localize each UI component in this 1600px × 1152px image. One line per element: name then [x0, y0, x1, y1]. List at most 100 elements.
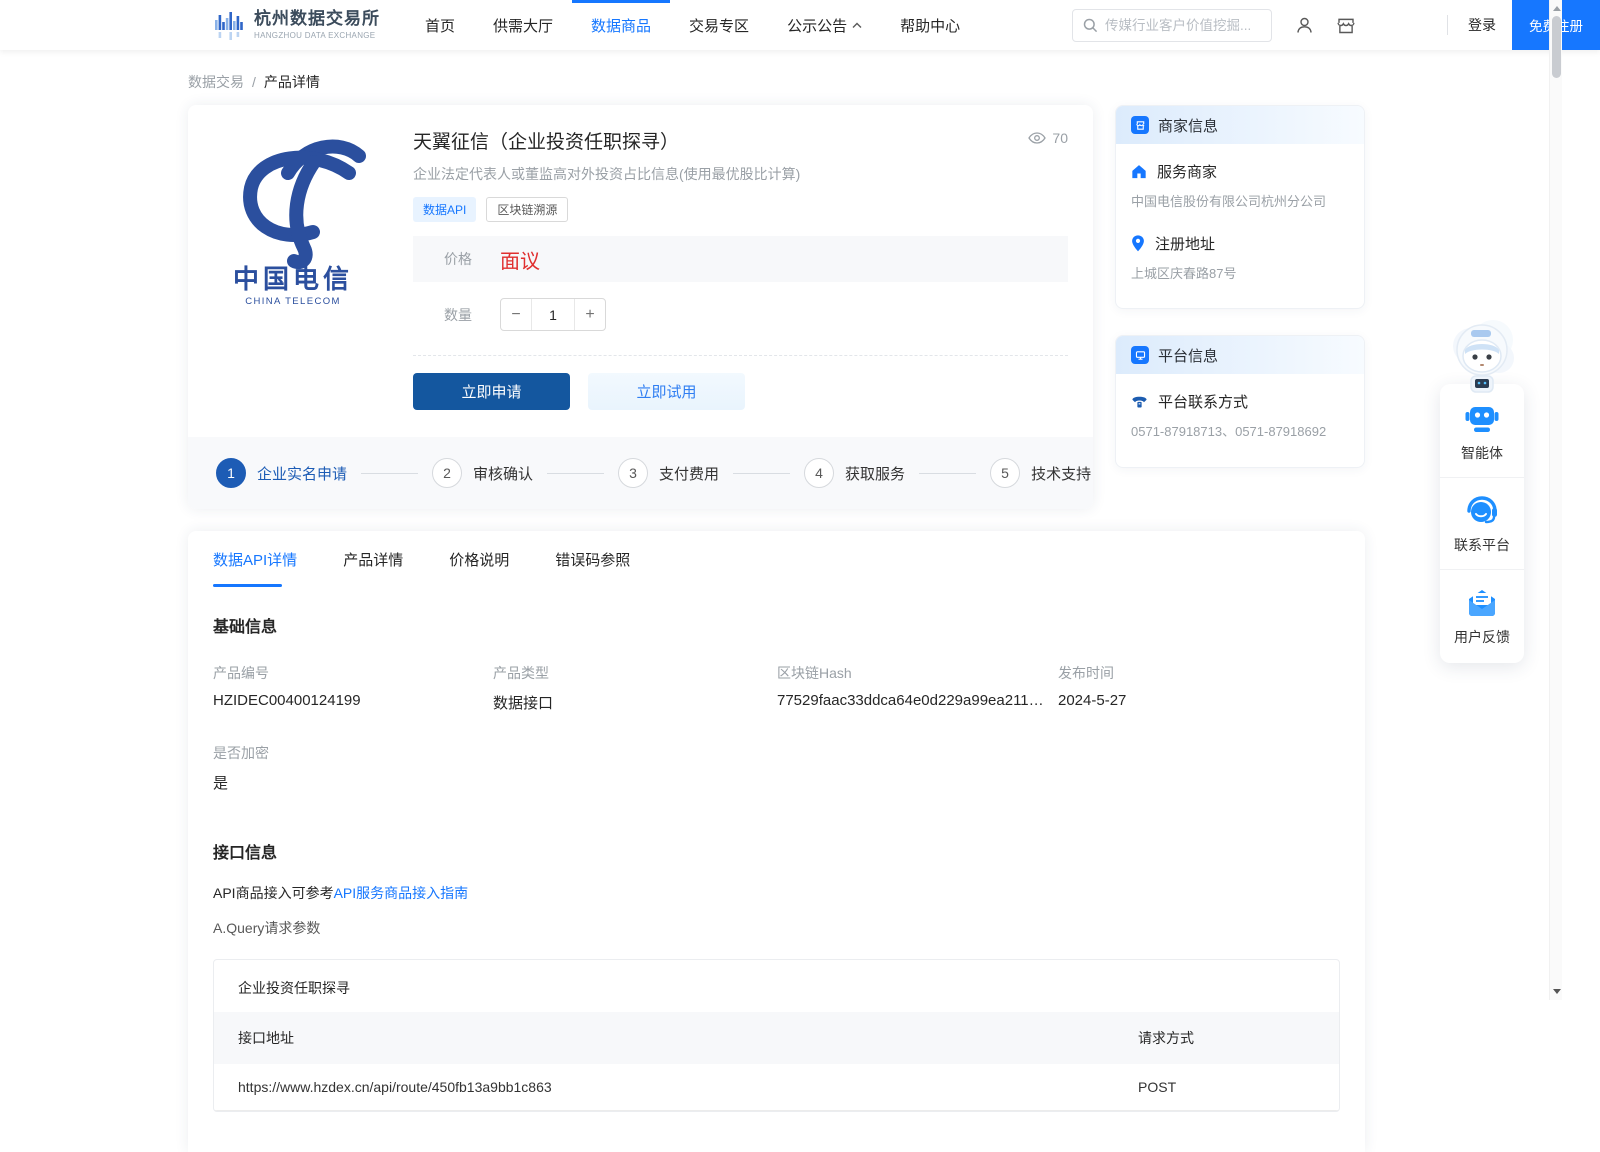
quantity-label: 数量 — [444, 305, 472, 325]
query-params-label: A.Query请求参数 — [213, 918, 1340, 938]
main-nav: 首页 供需大厅 数据商品 交易专区 公示公告 帮助中心 — [406, 0, 979, 50]
site-logo[interactable]: 杭州数据交易所 HANGZHOU DATA EXCHANGE — [215, 9, 380, 41]
china-telecom-logo: 中国电信 CHINA TELECOM — [218, 127, 368, 437]
quantity-stepper: − 1 + — [500, 298, 606, 331]
search-icon — [1083, 18, 1098, 33]
nav-item-supply-demand-hall[interactable]: 供需大厅 — [474, 0, 572, 50]
quantity-increase-button[interactable]: + — [575, 299, 605, 330]
field-encrypted: 是否加密 是 — [213, 743, 493, 793]
tab-data-api-detail[interactable]: 数据API详情 — [213, 531, 297, 587]
nav-item-trading-zone[interactable]: 交易专区 — [670, 0, 768, 50]
user-feedback-button[interactable]: 用户反馈 — [1440, 569, 1524, 661]
table-row: https://www.hzdex.cn/api/route/450fb13a9… — [214, 1064, 1339, 1111]
platform-contact-label: 平台联系方式 — [1158, 391, 1248, 412]
basic-info-fields: 产品编号 HZIDEC00400124199 产品类型 数据接口 区块链Hash… — [213, 663, 1340, 793]
field-label: 是否加密 — [213, 743, 493, 763]
interface-info-title: 接口信息 — [213, 839, 1340, 863]
view-count: 70 — [1028, 130, 1068, 146]
assistant-panel: 智能体 联系平台 — [1440, 384, 1524, 663]
tag-blockchain-trace: 区块链溯源 — [486, 197, 568, 222]
field-value: HZIDEC00400124199 — [213, 692, 493, 709]
table-header-row: 接口地址 请求方式 — [214, 1012, 1339, 1064]
service-merchant-label: 服务商家 — [1157, 161, 1217, 182]
api-access-guide-link[interactable]: API服务商品接入指南 — [334, 885, 469, 901]
field-label: 发布时间 — [1058, 663, 1340, 683]
step-connector — [361, 473, 418, 474]
step-label: 审核确认 — [473, 463, 533, 484]
mascot-robot-avatar[interactable] — [1440, 316, 1524, 396]
nav-item-help-center[interactable]: 帮助中心 — [881, 0, 979, 50]
merchant-info-title: 商家信息 — [1158, 115, 1218, 136]
login-link[interactable]: 登录 — [1468, 15, 1496, 35]
apply-now-button[interactable]: 立即申请 — [413, 373, 570, 410]
house-icon — [1131, 164, 1147, 179]
breadcrumb-data-trading[interactable]: 数据交易 — [188, 72, 244, 92]
field-value: 2024-5-27 — [1058, 692, 1340, 709]
top-navigation-bar: 杭州数据交易所 HANGZHOU DATA EXCHANGE 首页 供需大厅 数… — [0, 0, 1600, 50]
scrollbar-up-arrow-icon[interactable] — [1553, 6, 1561, 11]
scrollbar-down-arrow-icon[interactable] — [1553, 989, 1561, 994]
product-tags: 数据API 区块链溯源 — [413, 197, 1068, 222]
column-header-endpoint-url: 接口地址 — [214, 1012, 1114, 1064]
quantity-decrease-button[interactable]: − — [501, 299, 531, 330]
api-endpoint-table: 接口地址 请求方式 https://www.hzdex.cn/api/route… — [214, 1012, 1339, 1111]
scrollbar-thumb[interactable] — [1552, 16, 1561, 78]
search-input[interactable] — [1105, 18, 1261, 33]
tab-product-detail[interactable]: 产品详情 — [343, 531, 403, 587]
tag-data-api: 数据API — [413, 197, 476, 222]
step-number: 3 — [618, 458, 648, 488]
chevron-up-icon — [852, 22, 862, 29]
step-number: 2 — [432, 458, 462, 488]
step-connector — [733, 473, 790, 474]
field-label: 区块链Hash — [777, 663, 1058, 683]
agent-button[interactable]: 智能体 — [1440, 386, 1524, 477]
phone-icon — [1131, 394, 1148, 409]
field-blockchain-hash: 区块链Hash 77529faac33ddca64e0d229a99ea2119… — [777, 663, 1058, 713]
api-endpoint-title: 企业投资任职探寻 — [214, 960, 1339, 1012]
service-merchant-value: 中国电信股份有限公司杭州分公司 — [1131, 192, 1349, 212]
step-number: 4 — [804, 458, 834, 488]
breadcrumb-separator: / — [252, 74, 256, 90]
step-label: 支付费用 — [659, 463, 719, 484]
platform-contact-label-row: 平台联系方式 — [1131, 391, 1349, 412]
feedback-mail-icon — [1446, 587, 1518, 619]
api-access-guide-line: API商品接入可参考API服务商品接入指南 — [213, 883, 1340, 903]
site-name-en: HANGZHOU DATA EXCHANGE — [254, 31, 380, 40]
site-name: 杭州数据交易所 HANGZHOU DATA EXCHANGE — [254, 10, 380, 40]
site-name-cn: 杭州数据交易所 — [254, 10, 380, 29]
price-bar: 价格 面议 — [413, 236, 1068, 282]
step-review-confirm: 2 审核确认 — [432, 458, 533, 488]
purchase-steps: 1 企业实名申请 2 审核确认 3 支付费用 4 获取服务 — [188, 437, 1093, 509]
platform-badge-icon — [1131, 346, 1149, 364]
user-account-icon[interactable] — [1294, 15, 1315, 36]
platform-info-card: 平台信息 平台联系方式 0571-87918713、0571-87918692 — [1115, 335, 1365, 468]
eye-icon — [1028, 132, 1046, 144]
nav-item-home[interactable]: 首页 — [406, 0, 474, 50]
header-search-box[interactable] — [1072, 9, 1272, 42]
guide-text: API商品接入可参考 — [213, 885, 334, 901]
detail-tabs: 数据API详情 产品详情 价格说明 错误码参照 — [188, 531, 1365, 587]
tab-price-description[interactable]: 价格说明 — [449, 531, 509, 587]
tab-error-code-reference[interactable]: 错误码参照 — [555, 531, 630, 587]
step-get-service: 4 获取服务 — [804, 458, 905, 488]
page-scrollbar[interactable] — [1549, 0, 1562, 1000]
quantity-value[interactable]: 1 — [531, 299, 575, 330]
breadcrumb: 数据交易 / 产品详情 — [188, 50, 1600, 105]
field-product-id: 产品编号 HZIDEC00400124199 — [213, 663, 493, 713]
store-icon[interactable] — [1335, 15, 1357, 36]
step-label: 获取服务 — [845, 463, 905, 484]
nav-item-announcements[interactable]: 公示公告 — [768, 0, 881, 50]
telecom-logo-subtext: CHINA TELECOM — [245, 296, 341, 307]
product-detail-card: 数据API详情 产品详情 价格说明 错误码参照 基础信息 产品编号 HZIDEC… — [188, 531, 1365, 1152]
trial-now-button[interactable]: 立即试用 — [588, 373, 745, 410]
price-label: 价格 — [444, 249, 472, 269]
contact-platform-button[interactable]: 联系平台 — [1440, 477, 1524, 569]
breadcrumb-current: 产品详情 — [264, 72, 320, 92]
platform-info-header: 平台信息 — [1116, 336, 1364, 374]
merchant-badge-icon — [1131, 116, 1149, 134]
header-divider — [1447, 15, 1448, 35]
nav-item-data-products[interactable]: 数据商品 — [572, 0, 670, 50]
service-merchant-label-row: 服务商家 — [1131, 161, 1349, 182]
step-number: 5 — [990, 458, 1020, 488]
merchant-info-card: 商家信息 服务商家 中国电信股份有限公司杭州分公司 注册地址 上城区庆春路87号 — [1115, 105, 1365, 309]
